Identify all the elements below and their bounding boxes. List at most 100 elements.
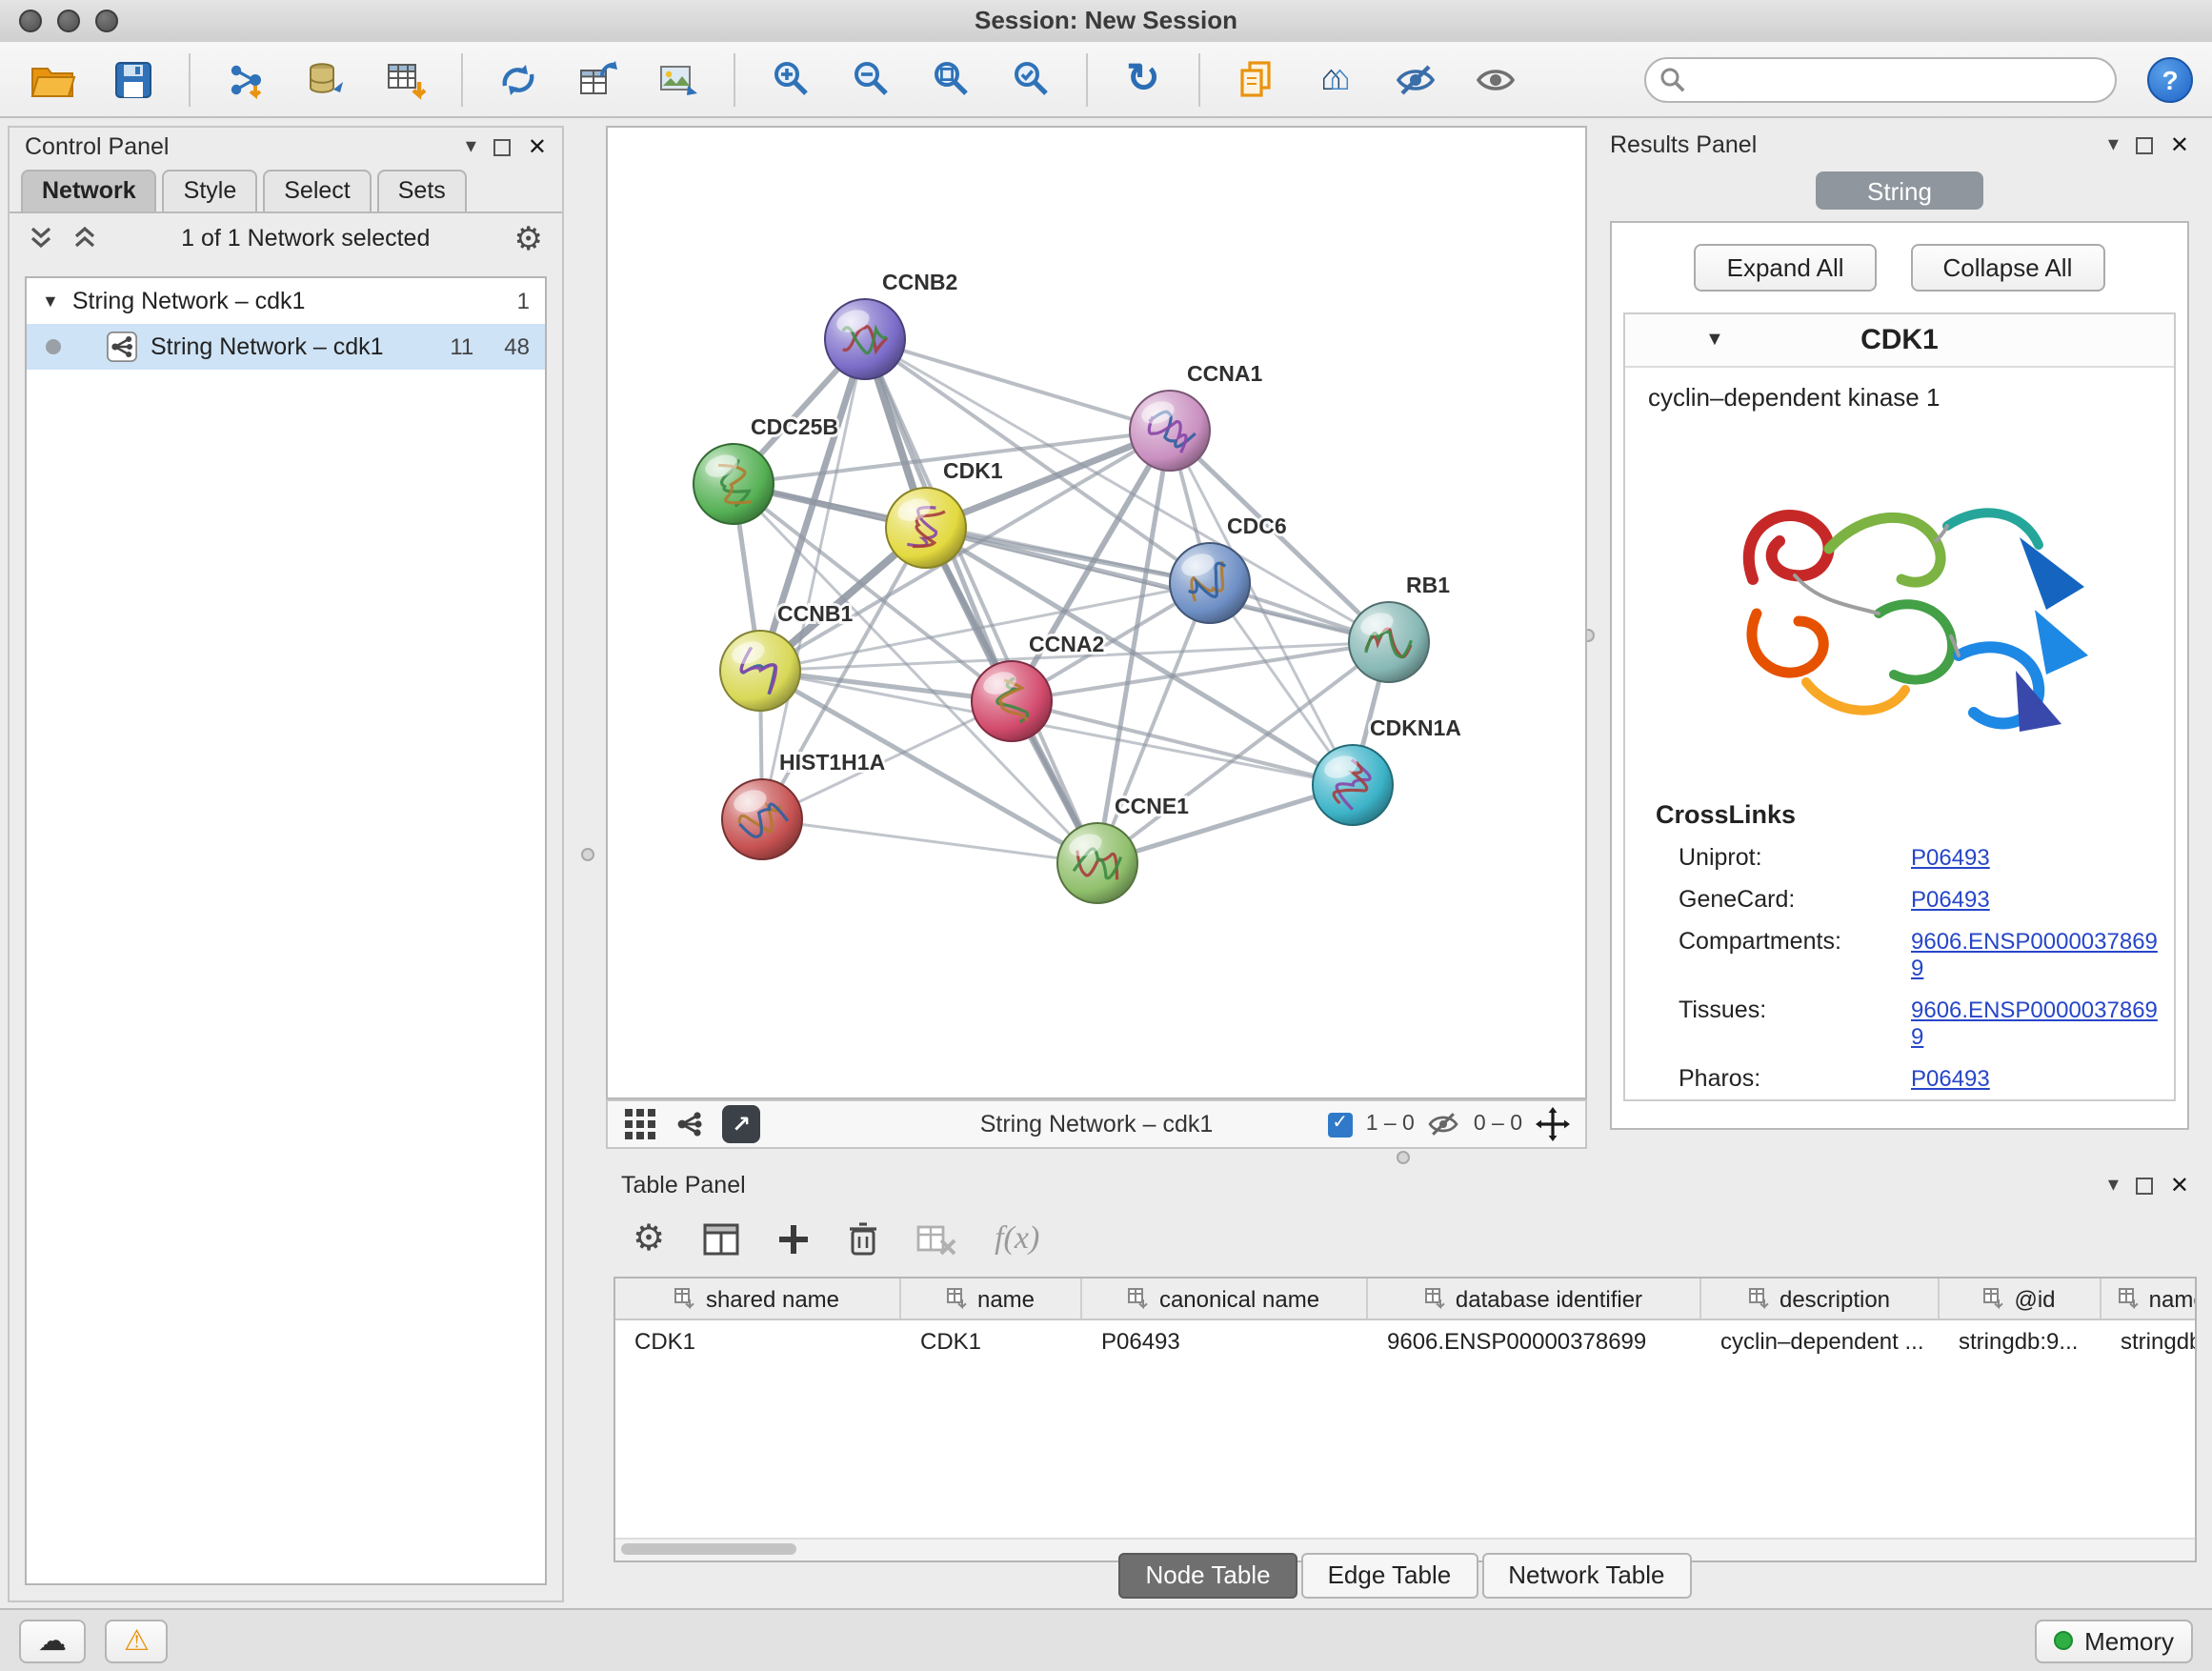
- panel-float-icon[interactable]: [2136, 136, 2153, 153]
- tab-network[interactable]: Network: [21, 170, 157, 211]
- tab-network-table[interactable]: Network Table: [1481, 1553, 1691, 1599]
- collapse-all-icon[interactable]: [29, 225, 53, 252]
- grid-view-icon[interactable]: [623, 1107, 657, 1141]
- tab-edge-table[interactable]: Edge Table: [1301, 1553, 1478, 1599]
- expand-all-button[interactable]: Expand All: [1695, 244, 1877, 292]
- export-table-button[interactable]: [564, 47, 633, 111]
- network-edge[interactable]: [762, 339, 865, 819]
- column-header-namespac[interactable]: namespac: [2101, 1278, 2197, 1319]
- show-all-button[interactable]: [1461, 47, 1530, 111]
- network-edge[interactable]: [865, 339, 1389, 642]
- warnings-button[interactable]: ⚠: [105, 1619, 169, 1662]
- open-session-button[interactable]: [19, 47, 88, 111]
- tab-sets[interactable]: Sets: [377, 170, 467, 211]
- panel-menu-icon[interactable]: ▾: [2108, 1175, 2119, 1196]
- vertical-splitter-handle[interactable]: [581, 848, 594, 861]
- network-view-icon[interactable]: [673, 1107, 707, 1141]
- hide-selected-button[interactable]: [1381, 47, 1450, 111]
- open-folder-icon: [30, 60, 76, 98]
- expand-all-icon[interactable]: [72, 225, 97, 252]
- tab-node-table[interactable]: Node Table: [1118, 1553, 1297, 1599]
- gene-section-header[interactable]: ▼ CDK1: [1625, 314, 2174, 368]
- cloud-status-button[interactable]: ☁: [19, 1619, 86, 1662]
- results-panel-title: Results Panel: [1610, 131, 1757, 158]
- protein-structure-image: [1680, 427, 2119, 774]
- section-collapse-icon[interactable]: ▼: [1705, 330, 1724, 351]
- import-network-database-button[interactable]: [292, 47, 360, 111]
- network-options-gear-icon[interactable]: ⚙: [514, 222, 544, 254]
- show-columns-icon[interactable]: [703, 1222, 739, 1255]
- export-image-button[interactable]: [644, 47, 713, 111]
- table-row[interactable]: CDK1CDK1P064939606.ENSP00000378699cyclin…: [615, 1320, 2197, 1362]
- save-session-button[interactable]: [99, 47, 168, 111]
- cloud-icon: ☁: [38, 1626, 67, 1655]
- tab-select[interactable]: Select: [263, 170, 372, 211]
- crosslink-pharos-link[interactable]: P06493: [1911, 1065, 2001, 1092]
- collapse-all-button[interactable]: Collapse All: [1911, 244, 2105, 292]
- crosslink-compartments-link[interactable]: 9606.ENSP00000378699: [1911, 928, 2174, 981]
- pan-crosshair-icon[interactable]: [1536, 1107, 1570, 1141]
- table-cell[interactable]: cyclin–dependent ...: [1701, 1320, 1940, 1362]
- panel-close-icon[interactable]: ✕: [2170, 1174, 2189, 1197]
- network-node-ccna1[interactable]: [1130, 391, 1210, 471]
- import-table-button[interactable]: [372, 47, 440, 111]
- table-cell[interactable]: CDK1: [615, 1320, 901, 1362]
- table-cell[interactable]: CDK1: [901, 1320, 1082, 1362]
- panel-close-icon[interactable]: ✕: [2170, 133, 2189, 156]
- table-cell[interactable]: stringdb: [2101, 1320, 2197, 1362]
- column-header-shared-name[interactable]: shared name: [615, 1278, 901, 1319]
- table-cell[interactable]: 9606.ENSP00000378699: [1368, 1320, 1701, 1362]
- network-node-ccna2[interactable]: [972, 661, 1052, 741]
- detach-view-button[interactable]: ↗: [722, 1105, 760, 1143]
- selected-node-edge-counts: 1 – 0: [1366, 1113, 1415, 1136]
- column-header--id[interactable]: @id: [1940, 1278, 2101, 1319]
- tab-string[interactable]: String: [1816, 171, 1983, 210]
- panel-float-icon[interactable]: [2136, 1177, 2153, 1194]
- network-collection-row[interactable]: ▼ String Network – cdk1 1: [27, 278, 545, 324]
- toolbar-separator: [461, 52, 463, 106]
- copy-document-button[interactable]: [1221, 47, 1290, 111]
- network-node-hist1h1a[interactable]: [722, 779, 802, 859]
- zoom-out-button[interactable]: [836, 47, 905, 111]
- horizontal-splitter-handle[interactable]: [1397, 1151, 1410, 1164]
- network-selection-status: 1 of 1 Network selected: [116, 225, 495, 252]
- refresh-button[interactable]: ↻: [1109, 47, 1177, 111]
- search-input[interactable]: [1644, 56, 2117, 102]
- import-network-file-button[interactable]: [211, 47, 280, 111]
- collection-expand-icon[interactable]: ▼: [42, 292, 59, 311]
- network-edge[interactable]: [762, 819, 1097, 863]
- network-canvas[interactable]: CCNB2CCNA1CDC25BCDK1CDC6RB1CCNB1CCNA2CDK…: [608, 128, 1585, 1097]
- panel-close-icon[interactable]: ✕: [528, 135, 547, 158]
- add-column-icon[interactable]: [777, 1222, 810, 1255]
- panel-menu-icon[interactable]: ▾: [466, 136, 476, 157]
- memory-button[interactable]: Memory: [2035, 1619, 2193, 1662]
- table-options-gear-icon[interactable]: ⚙: [633, 1220, 665, 1257]
- network-tools-button[interactable]: [484, 47, 553, 111]
- network-node-rb1[interactable]: [1349, 602, 1429, 682]
- zoom-in-button[interactable]: [756, 47, 825, 111]
- zoom-selected-button[interactable]: [996, 47, 1065, 111]
- network-row[interactable]: String Network – cdk1 11 48: [27, 324, 545, 370]
- help-button[interactable]: ?: [2147, 56, 2193, 102]
- overview-button[interactable]: ⌂⌂: [1301, 47, 1370, 111]
- network-edge[interactable]: [865, 339, 1097, 863]
- crosslink-genecard-link[interactable]: P06493: [1911, 886, 2001, 913]
- zoom-fit-button[interactable]: [916, 47, 985, 111]
- network-edge[interactable]: [865, 339, 1170, 431]
- crosslink-tissues-link[interactable]: 9606.ENSP00000378699: [1911, 997, 2174, 1050]
- network-node-ccnb2[interactable]: [825, 299, 905, 379]
- selected-checkbox-icon[interactable]: ✓: [1328, 1112, 1353, 1137]
- panel-menu-icon[interactable]: ▾: [2108, 134, 2119, 155]
- delete-column-icon[interactable]: [848, 1221, 878, 1256]
- table-cell[interactable]: P06493: [1082, 1320, 1368, 1362]
- tab-style[interactable]: Style: [163, 170, 258, 211]
- column-header-name[interactable]: name: [901, 1278, 1082, 1319]
- column-header-database-identifier[interactable]: database identifier: [1368, 1278, 1701, 1319]
- column-header-canonical-name[interactable]: canonical name: [1082, 1278, 1368, 1319]
- table-cell[interactable]: stringdb:9...: [1940, 1320, 2101, 1362]
- crosslink-uniprot-link[interactable]: P06493: [1911, 844, 2001, 871]
- network-node-cdk1[interactable]: [886, 488, 966, 568]
- column-header-description[interactable]: description: [1701, 1278, 1940, 1319]
- network-node-cdc6[interactable]: [1170, 543, 1250, 623]
- panel-float-icon[interactable]: [493, 138, 511, 155]
